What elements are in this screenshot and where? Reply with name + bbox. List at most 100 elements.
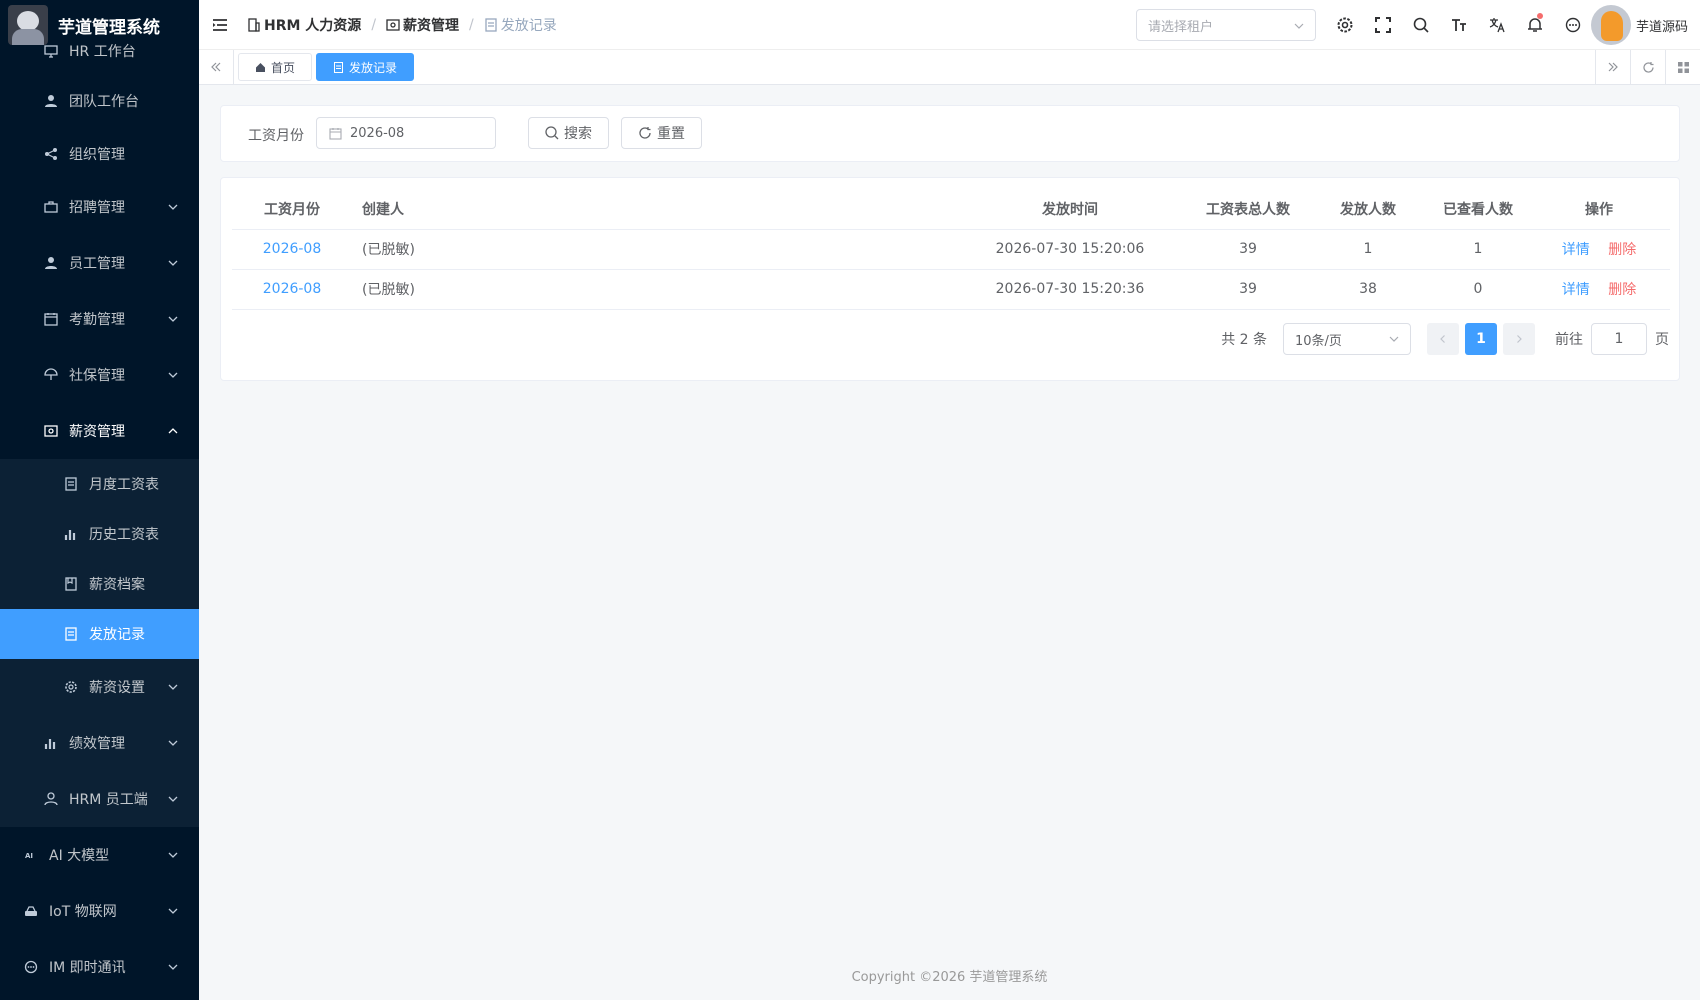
records-table: 工资月份 创建人 发放时间 工资表总人数 发放人数 已查看人数 操作 2026-…: [232, 189, 1670, 310]
sidebar-item-label: 员工管理: [69, 256, 125, 272]
delete-link[interactable]: 删除: [1608, 282, 1636, 298]
table-header-row: 工资月份 创建人 发放时间 工资表总人数 发放人数 已查看人数 操作: [232, 189, 1670, 230]
time-cell: 2026-07-30 15:20:36: [952, 269, 1188, 310]
language-button[interactable]: [1478, 0, 1516, 50]
footer-copyright: Copyright ©2026 芋道管理系统: [851, 970, 1048, 985]
sidebar-item-org[interactable]: 组织管理: [0, 129, 199, 179]
chevron-down-icon: [168, 316, 178, 322]
sidebar-item-salary[interactable]: 薪资管理: [0, 403, 199, 459]
user-outline-icon: [44, 792, 58, 806]
page-number-current[interactable]: 1: [1465, 323, 1497, 355]
breadcrumb-item[interactable]: HRM 人力资源: [247, 15, 361, 35]
sidebar-item-hr-workbench[interactable]: HR 工作台: [0, 42, 199, 60]
creator-cell: (已脱敏): [352, 229, 952, 270]
next-page-button[interactable]: [1503, 323, 1535, 355]
sidebar-item-label: 薪资档案: [89, 577, 145, 593]
reset-button[interactable]: 重置: [621, 117, 702, 149]
chevron-right-icon: [1517, 335, 1522, 343]
notification-button[interactable]: [1516, 0, 1554, 50]
translate-icon: [1489, 18, 1505, 33]
records-card: 工资月份 创建人 发放时间 工资表总人数 发放人数 已查看人数 操作 2026-…: [220, 177, 1680, 381]
column-header: 创建人: [352, 189, 952, 230]
detail-link[interactable]: 详情: [1562, 242, 1590, 258]
column-header: 工资月份: [232, 189, 352, 230]
fullscreen-icon: [1375, 17, 1391, 33]
tabs-scroll-left[interactable]: [199, 50, 234, 84]
sidebar-item-monthly-payroll[interactable]: 月度工资表: [0, 459, 199, 509]
logo-image: [8, 5, 48, 45]
font-size-icon: [1452, 19, 1466, 31]
chevron-down-icon: [168, 740, 178, 746]
tenant-select[interactable]: 请选择租户: [1136, 9, 1316, 41]
sidebar-item-history-payroll[interactable]: 历史工资表: [0, 509, 199, 559]
search-form: 工资月份 2026-08 搜索 重置: [220, 105, 1680, 162]
month-label: 工资月份: [248, 128, 304, 144]
search-button[interactable]: [1402, 0, 1440, 50]
chat-icon: [1565, 17, 1581, 33]
menu-toggle-icon[interactable]: [212, 17, 228, 33]
sidebar-item-im[interactable]: IM 即时通讯: [0, 939, 199, 995]
sidebar-item-performance[interactable]: 绩效管理: [0, 715, 199, 771]
sidebar-item-hrm-employee[interactable]: HRM 员工端: [0, 771, 199, 827]
pagination: 共 2 条 10条/页 1 前往 1 页: [1221, 323, 1669, 355]
breadcrumb-separator: /: [371, 16, 377, 33]
money-icon: [386, 18, 400, 31]
detail-link[interactable]: 详情: [1562, 282, 1590, 298]
month-link[interactable]: 2026-08: [263, 241, 322, 257]
delete-link[interactable]: 删除: [1608, 242, 1636, 258]
reset-button-label: 重置: [657, 126, 685, 142]
chevron-down-icon: [168, 796, 178, 802]
share-icon: [45, 148, 57, 160]
sidebar-item-label: 月度工资表: [89, 477, 159, 493]
salary-submenu: 月度工资表 历史工资表 薪资档案 发放记录 薪资设置: [0, 459, 199, 715]
column-header: 发放人数: [1308, 189, 1428, 230]
sidebar-item-label: HR 工作台: [69, 44, 136, 60]
svg-text:AI: AI: [25, 852, 33, 860]
sidebar-item-salary-settings[interactable]: 薪资设置: [0, 659, 199, 715]
breadcrumb-item[interactable]: 薪资管理: [386, 15, 459, 35]
sidebar-item-attendance[interactable]: 考勤管理: [0, 291, 199, 347]
building-icon: [248, 17, 260, 32]
message-button[interactable]: [1554, 0, 1592, 50]
bar-chart-icon: [44, 739, 56, 749]
sidebar-item-ai[interactable]: AI AI 大模型: [0, 827, 199, 883]
header-toolbar: [1326, 0, 1592, 50]
search-button[interactable]: 搜索: [528, 117, 609, 149]
sidebar-item-employee[interactable]: 员工管理: [0, 235, 199, 291]
breadcrumb-item-current: 发放记录: [484, 15, 557, 35]
goto-page-input[interactable]: 1: [1591, 323, 1647, 355]
umbrella-icon: [44, 368, 58, 380]
refresh-icon: [639, 127, 651, 139]
tab-payment-records[interactable]: 发放记录: [316, 53, 415, 81]
chevron-down-icon: [168, 204, 178, 210]
refresh-tab-button[interactable]: [1630, 50, 1665, 84]
sidebar-item-salary-archive[interactable]: 薪资档案: [0, 559, 199, 609]
folder-icon: [65, 577, 77, 591]
month-picker[interactable]: 2026-08: [316, 117, 496, 149]
fullscreen-button[interactable]: [1364, 0, 1402, 50]
page-size-select[interactable]: 10条/页: [1283, 323, 1411, 355]
sidebar-item-label: 考勤管理: [69, 312, 125, 328]
chevron-down-icon: [168, 684, 178, 690]
tab-home[interactable]: 首页: [238, 53, 313, 81]
sidebar-item-team-workbench[interactable]: 团队工作台: [0, 73, 199, 129]
tabs-scroll-right[interactable]: [1595, 50, 1630, 84]
viewed-cell: 1: [1428, 229, 1528, 270]
chevron-down-icon: [1389, 336, 1399, 342]
sidebar-item-recruit[interactable]: 招聘管理: [0, 179, 199, 235]
sidebar-item-payment-records[interactable]: 发放记录: [0, 609, 199, 659]
settings-button[interactable]: [1326, 0, 1364, 50]
sidebar-item-label: IoT 物联网: [49, 904, 117, 920]
calendar-icon: [44, 313, 58, 326]
user-menu[interactable]: 芋道源码: [1591, 5, 1688, 45]
font-size-button[interactable]: [1440, 0, 1478, 50]
month-link[interactable]: 2026-08: [263, 281, 322, 297]
tabs-menu-button[interactable]: [1665, 50, 1700, 84]
sidebar-item-social-security[interactable]: 社保管理: [0, 347, 199, 403]
bar-chart-icon: [64, 530, 76, 540]
sidebar-item-iot[interactable]: IoT 物联网: [0, 883, 199, 939]
prev-page-button[interactable]: [1427, 323, 1459, 355]
time-cell: 2026-07-30 15:20:06: [952, 229, 1188, 270]
sidebar-item-label: 薪资设置: [89, 680, 145, 696]
chevron-down-icon: [168, 372, 178, 378]
